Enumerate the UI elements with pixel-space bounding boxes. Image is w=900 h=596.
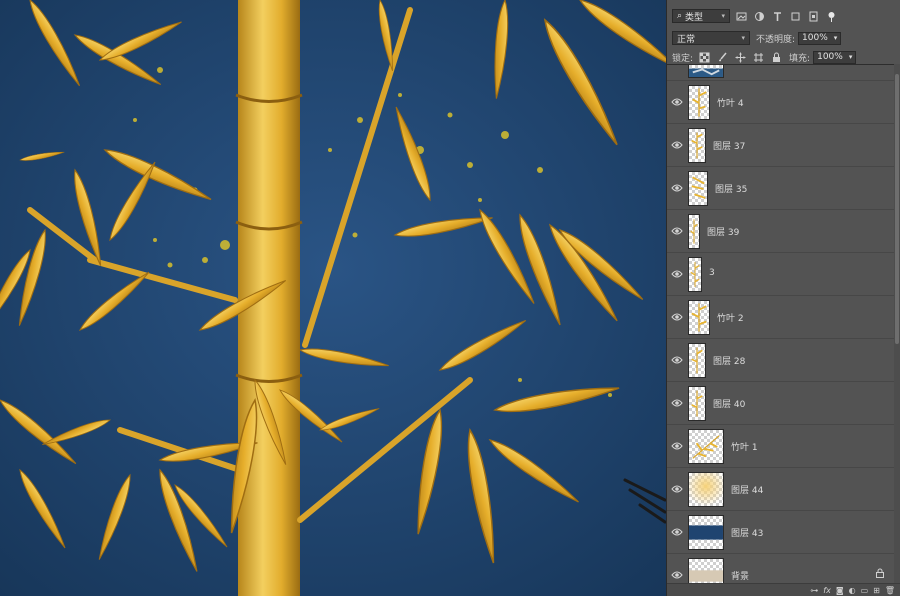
layer-row[interactable]: 竹叶 2 xyxy=(667,296,900,339)
filter-toggle-icon[interactable] xyxy=(824,9,838,23)
filter-kind-select[interactable]: ⌕ 类型 ▾ xyxy=(672,9,730,23)
fx-icon[interactable]: fx xyxy=(823,586,831,595)
layer-name: 图层 35 xyxy=(715,185,748,195)
visibility-eye-icon[interactable] xyxy=(671,226,683,236)
filter-pixel-icon[interactable] xyxy=(734,9,748,23)
layer-thumbnail xyxy=(688,257,702,292)
layer-name: 图层 37 xyxy=(713,142,746,152)
layer-thumbnail xyxy=(688,343,706,378)
filter-shape-icon[interactable] xyxy=(788,9,802,23)
lock-artboard-icon[interactable] xyxy=(751,50,765,64)
layer-thumbnail xyxy=(688,429,724,464)
opacity-input[interactable]: 100% ▾ xyxy=(798,31,842,45)
layers-list: 竹叶 4 图层 37 图层 35 图层 39 3 竹叶 2 图层 28 图层 4… xyxy=(667,64,900,583)
layer-row[interactable]: 图层 39 xyxy=(667,210,900,253)
layer-name: 图层 39 xyxy=(707,228,740,238)
layer-row[interactable]: 竹叶 1 xyxy=(667,425,900,468)
visibility-eye-icon[interactable] xyxy=(671,269,683,279)
fill-label: 填充: xyxy=(789,53,811,64)
layer-row[interactable]: 图层 35 xyxy=(667,167,900,210)
layer-row[interactable]: 图层 28 xyxy=(667,339,900,382)
layer-thumbnail xyxy=(688,472,724,507)
fill-input[interactable]: 100% ▾ xyxy=(813,50,857,64)
adjustment-icon[interactable]: ◐ xyxy=(849,586,856,595)
visibility-eye-icon[interactable] xyxy=(671,570,683,580)
visibility-eye-icon[interactable] xyxy=(671,355,683,365)
lock-position-icon[interactable] xyxy=(733,50,747,64)
layer-name: 竹叶 4 xyxy=(717,99,744,109)
visibility-eye-icon[interactable] xyxy=(671,441,683,451)
layers-scrollbar[interactable] xyxy=(894,64,900,583)
trash-icon[interactable]: 🗑 xyxy=(885,586,895,595)
layer-row[interactable]: 3 xyxy=(667,253,900,296)
bamboo-artwork xyxy=(0,0,666,596)
fill-value: 100% xyxy=(817,52,843,62)
layer-thumbnail xyxy=(688,515,724,550)
folder-icon[interactable]: ▭ xyxy=(861,586,869,595)
filter-kind-label: 类型 xyxy=(685,12,704,23)
layer-name: 竹叶 1 xyxy=(731,443,758,453)
blend-mode-select[interactable]: 正常 ▾ xyxy=(672,31,750,45)
layers-footer: ⊶ fx ◙ ◐ ▭ ⊞ 🗑 xyxy=(667,583,900,596)
layer-thumbnail xyxy=(688,214,700,249)
layer-row[interactable] xyxy=(667,65,900,81)
filter-adjustment-icon[interactable] xyxy=(752,9,766,23)
layer-name: 背景 xyxy=(731,572,750,582)
layer-row[interactable]: 竹叶 4 xyxy=(667,81,900,124)
layer-row[interactable]: 背景 xyxy=(667,554,900,583)
opacity-value: 100% xyxy=(802,33,828,43)
layer-thumbnail xyxy=(688,171,708,206)
layer-row[interactable]: 图层 43 xyxy=(667,511,900,554)
visibility-eye-icon[interactable] xyxy=(671,398,683,408)
search-icon: ⌕ xyxy=(677,11,683,21)
layer-row[interactable]: 图层 44 xyxy=(667,468,900,511)
layer-thumbnail xyxy=(688,558,724,583)
document-canvas[interactable] xyxy=(0,0,666,596)
layer-thumbnail xyxy=(688,65,724,78)
layer-name: 图层 43 xyxy=(731,529,764,539)
new-layer-icon[interactable]: ⊞ xyxy=(873,586,880,595)
layer-row[interactable]: 图层 37 xyxy=(667,124,900,167)
layer-name: 图层 44 xyxy=(731,486,764,496)
visibility-eye-icon[interactable] xyxy=(671,312,683,322)
layer-name: 图层 40 xyxy=(713,400,746,410)
layers-panel: ⌕ 类型 ▾ 正常 ▾ 不透明度: 100% ▾ 锁定: 填充: 100% ▾ … xyxy=(666,0,900,596)
lock-all-icon[interactable] xyxy=(769,50,783,64)
blend-mode-label: 正常 xyxy=(677,34,696,45)
layer-thumbnail xyxy=(688,386,706,421)
lock-label: 锁定: xyxy=(672,53,694,64)
visibility-eye-icon[interactable] xyxy=(671,484,683,494)
lock-transparent-icon[interactable] xyxy=(697,50,711,64)
layer-name: 竹叶 2 xyxy=(717,314,744,324)
mask-icon[interactable]: ◙ xyxy=(836,586,844,595)
link-icon[interactable]: ⊶ xyxy=(810,586,818,595)
layer-name: 图层 28 xyxy=(713,357,746,367)
chevron-down-icon: ▾ xyxy=(721,12,725,20)
layer-name: 3 xyxy=(709,268,715,278)
visibility-eye-icon[interactable] xyxy=(671,97,683,107)
visibility-eye-icon[interactable] xyxy=(671,140,683,150)
layer-thumbnail xyxy=(688,300,710,335)
layer-filter-bar: ⌕ 类型 ▾ xyxy=(667,5,900,27)
lock-paint-icon[interactable] xyxy=(715,50,729,64)
visibility-eye-icon[interactable] xyxy=(671,183,683,193)
layer-thumbnail xyxy=(688,85,710,120)
layer-row[interactable]: 图层 40 xyxy=(667,382,900,425)
layer-thumbnail xyxy=(688,128,706,163)
opacity-label: 不透明度: xyxy=(756,34,796,45)
chevron-down-icon: ▾ xyxy=(848,53,853,61)
scrollbar-thumb[interactable] xyxy=(895,74,899,344)
filter-smart-object-icon[interactable] xyxy=(806,9,820,23)
filter-type-icon[interactable] xyxy=(770,9,784,23)
chevron-down-icon: ▾ xyxy=(833,34,838,42)
chevron-down-icon: ▾ xyxy=(741,34,745,42)
lock-icon[interactable] xyxy=(875,568,885,578)
visibility-eye-icon[interactable] xyxy=(671,527,683,537)
